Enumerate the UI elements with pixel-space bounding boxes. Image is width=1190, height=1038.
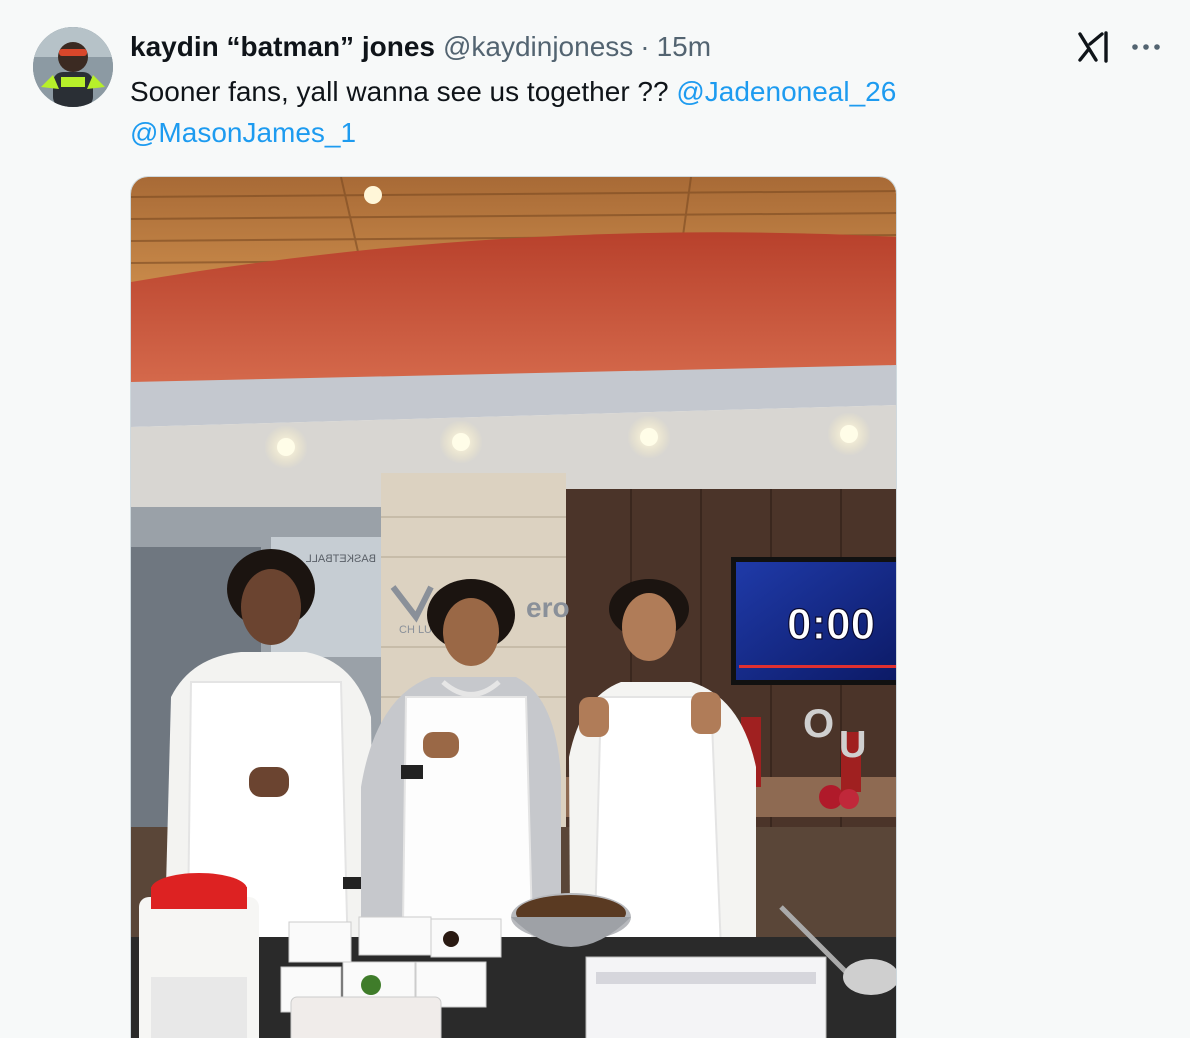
tweet[interactable]: kaydin “batman” jones @kaydinjoness · 15…	[0, 0, 1190, 1038]
mention-link[interactable]: @MasonJames_1	[130, 117, 356, 148]
wall-logo-text: ero	[526, 592, 570, 623]
grok-icon[interactable]	[1076, 30, 1112, 64]
svg-text:U: U	[839, 724, 866, 766]
timestamp[interactable]: 15m	[657, 27, 711, 67]
mention-link[interactable]: @Jadenoneal_26	[676, 76, 896, 107]
avatar-image	[33, 27, 113, 107]
tweet-body: Sooner fans, yall wanna see us together …	[130, 76, 677, 107]
tweet-header: kaydin “batman” jones @kaydinjoness · 15…	[130, 27, 1050, 67]
scoreboard-time: 0:00	[787, 600, 875, 649]
svg-text:O: O	[803, 702, 834, 746]
tweet-photo[interactable]: ero CH LUB BASKETBALL 0:00 O U	[130, 176, 897, 1038]
more-options-icon[interactable]	[1128, 32, 1164, 62]
avatar[interactable]	[33, 27, 113, 107]
photo-illustration: ero CH LUB BASKETBALL 0:00 O U	[131, 177, 896, 1038]
tweet-text: Sooner fans, yall wanna see us together …	[130, 71, 1030, 153]
separator-dot: ·	[640, 31, 650, 62]
mirrored-sign-text: BASKETBALL	[306, 553, 376, 565]
user-handle[interactable]: @kaydinjoness	[443, 27, 633, 67]
display-name[interactable]: kaydin “batman” jones	[130, 27, 435, 67]
